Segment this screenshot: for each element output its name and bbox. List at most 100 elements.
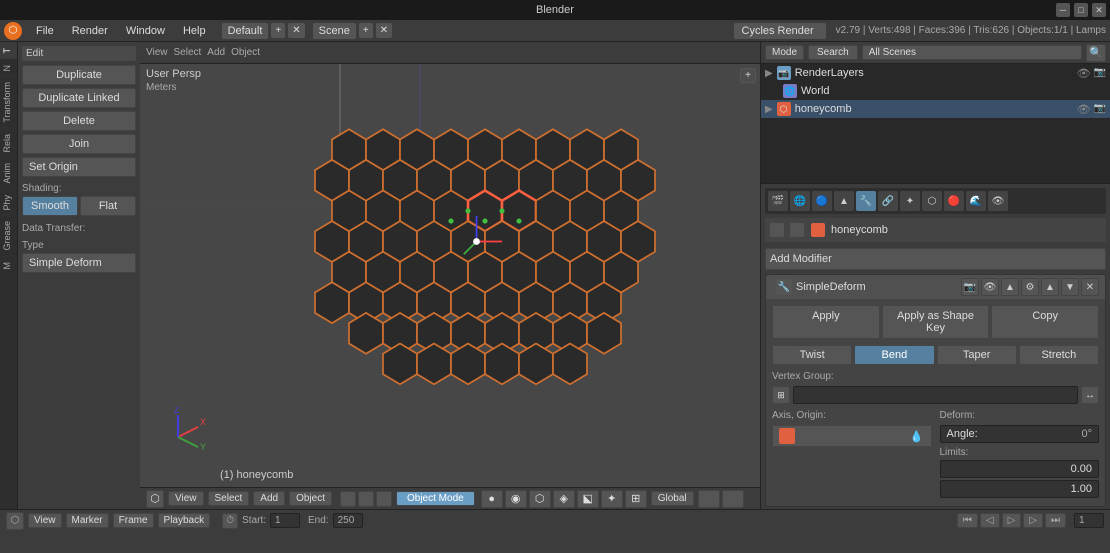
modifier-down-btn[interactable]: ▼	[1061, 278, 1079, 296]
eye-icon[interactable]: 👁	[1077, 67, 1091, 80]
time-icon[interactable]: ⏱	[222, 513, 238, 529]
menu-window[interactable]: Window	[118, 23, 173, 39]
apply-shape-key-button[interactable]: Apply as Shape Key	[882, 305, 990, 339]
apply-button[interactable]: Apply	[772, 305, 880, 339]
modifier-eye-btn[interactable]: 👁	[981, 278, 999, 296]
props-tab-scene[interactable]: 🌐	[790, 191, 810, 211]
bend-tab[interactable]: Bend	[854, 345, 934, 365]
duplicate-button[interactable]: Duplicate	[22, 65, 136, 85]
angle-field[interactable]: Angle: 0°	[940, 425, 1100, 443]
props-tab-physics[interactable]: 👁	[988, 191, 1008, 211]
tab-grease[interactable]: Grease	[0, 215, 17, 256]
props-tab-render[interactable]: 🎬	[768, 191, 788, 211]
eyedropper-button[interactable]: 💧	[909, 428, 925, 444]
twist-tab[interactable]: Twist	[772, 345, 852, 365]
props-tab-texture[interactable]: 🔴	[944, 191, 964, 211]
all-scenes-selector[interactable]: All Scenes	[862, 45, 1082, 60]
tab-tools[interactable]: T	[0, 42, 17, 59]
menu-help[interactable]: Help	[175, 23, 214, 39]
tab-m[interactable]: M	[0, 256, 17, 275]
bottom-marker-btn[interactable]: Marker	[66, 513, 109, 528]
mode-icon5[interactable]: ⬕	[577, 490, 599, 508]
viewport-view-menu[interactable]: View	[146, 47, 168, 58]
render-icon[interactable]: 📷	[1094, 67, 1106, 80]
simple-deform-type-button[interactable]: Simple Deform	[22, 253, 136, 273]
outliner[interactable]: ▶ 📷 RenderLayers 👁 📷 🌐 World ▶ ⬡ honeyco…	[761, 64, 1110, 184]
jump-end-btn[interactable]: ⏭	[1045, 513, 1066, 528]
end-value[interactable]: 250	[333, 513, 363, 528]
bottom-frame-btn[interactable]: Frame	[113, 513, 154, 528]
mode-icon3[interactable]: ⬡	[529, 490, 551, 508]
scene-selector[interactable]: Scene + ✕	[313, 23, 392, 39]
tab-rela[interactable]: Rela	[0, 128, 17, 158]
set-origin-button[interactable]: Set Origin	[22, 157, 136, 177]
vp-icon-r1[interactable]	[698, 490, 720, 508]
outliner-item-renderlayers[interactable]: ▶ 📷 RenderLayers 👁 📷	[761, 64, 1110, 82]
play-btn[interactable]: ▷	[1002, 513, 1022, 528]
view-footer-menu[interactable]: View	[168, 491, 204, 506]
mode-icon6[interactable]: ✦	[601, 490, 623, 508]
workspace-selector[interactable]: Default + ✕	[222, 23, 305, 39]
mode-icon2[interactable]: ◉	[505, 490, 527, 508]
outliner-item-world[interactable]: 🌐 World	[761, 82, 1110, 100]
viewport-add-menu[interactable]: Add	[207, 47, 225, 58]
tab-transform[interactable]: Transform	[0, 76, 17, 128]
props-tab-object[interactable]: ▲	[834, 191, 854, 211]
props-tab-material[interactable]: ⬡	[922, 191, 942, 211]
vp-icon-r2[interactable]	[722, 490, 744, 508]
select-footer-menu[interactable]: Select	[208, 491, 250, 506]
join-button[interactable]: Join	[22, 134, 136, 154]
step-back-btn[interactable]: ◁	[980, 513, 1000, 528]
eye-icon2[interactable]: 👁	[1077, 103, 1091, 116]
modifier-camera-btn[interactable]: 📷	[961, 278, 979, 296]
delete-button[interactable]: Delete	[22, 111, 136, 131]
step-fwd-btn[interactable]: ▷	[1023, 513, 1043, 528]
search-icon-button[interactable]: 🔍	[1086, 44, 1106, 62]
duplicate-linked-button[interactable]: Duplicate Linked	[22, 88, 136, 108]
stretch-tab[interactable]: Stretch	[1019, 345, 1099, 365]
props-tab-world[interactable]: 🔵	[812, 191, 832, 211]
taper-tab[interactable]: Taper	[937, 345, 1017, 365]
viewport-select-menu[interactable]: Select	[174, 47, 202, 58]
viewport-object-menu[interactable]: Object	[231, 47, 260, 58]
copy-button[interactable]: Copy	[991, 305, 1099, 339]
global-button[interactable]: Global	[651, 491, 694, 506]
outliner-item-honeycomb[interactable]: ▶ ⬡ honeycomb 👁 📷	[761, 100, 1110, 118]
object-mode-button[interactable]: Object Mode	[396, 491, 475, 506]
props-tab-data[interactable]: ✦	[900, 191, 920, 211]
tab-phy[interactable]: Phy	[0, 189, 17, 216]
props-tab-particles[interactable]: 🌊	[966, 191, 986, 211]
viewport[interactable]: View Select Add Object User Persp Meters…	[140, 42, 760, 509]
menu-render[interactable]: Render	[64, 23, 116, 39]
bottom-view-btn[interactable]: View	[28, 513, 62, 528]
limit-max-field[interactable]: 1.00	[940, 480, 1100, 498]
render-engine-selector[interactable]: Cycles Render	[734, 23, 826, 39]
mode-icon7[interactable]: ⊞	[625, 490, 647, 508]
mode-icon4[interactable]: ◈	[553, 490, 575, 508]
viewport-canvas[interactable]: User Persp Meters +	[140, 64, 760, 487]
maximize-button[interactable]: □	[1074, 3, 1088, 17]
limit-min-field[interactable]: 0.00	[940, 460, 1100, 478]
props-tab-constraints[interactable]: 🔗	[878, 191, 898, 211]
props-tab-modifier[interactable]: 🔧	[856, 191, 876, 211]
axis-origin-field[interactable]: 💧	[772, 425, 932, 447]
current-frame-value[interactable]: 1	[1074, 513, 1104, 528]
search-button[interactable]: Search	[808, 45, 858, 60]
right-view-button[interactable]: Mode	[765, 45, 804, 60]
smooth-button[interactable]: Smooth	[22, 196, 78, 216]
tab-anim[interactable]: Anim	[0, 157, 17, 189]
tab-properties-n[interactable]: N	[0, 59, 17, 77]
close-button[interactable]: ✕	[1092, 3, 1106, 17]
add-modifier-button[interactable]: Add Modifier	[765, 248, 1106, 270]
vertex-group-expand[interactable]: ↔	[1081, 386, 1099, 404]
minimize-button[interactable]: ─	[1056, 3, 1070, 17]
modifier-up-btn[interactable]: ▲	[1041, 278, 1059, 296]
jump-start-btn[interactable]: ⏮	[957, 513, 978, 528]
modifier-settings-btn[interactable]: ⚙	[1021, 278, 1039, 296]
mode-icon1[interactable]: ●	[481, 490, 503, 508]
menu-file[interactable]: File	[28, 23, 62, 39]
add-footer-menu[interactable]: Add	[253, 491, 285, 506]
modifier-delete-btn[interactable]: ✕	[1081, 278, 1099, 296]
object-footer-menu[interactable]: Object	[289, 491, 332, 506]
flat-button[interactable]: Flat	[80, 196, 136, 216]
